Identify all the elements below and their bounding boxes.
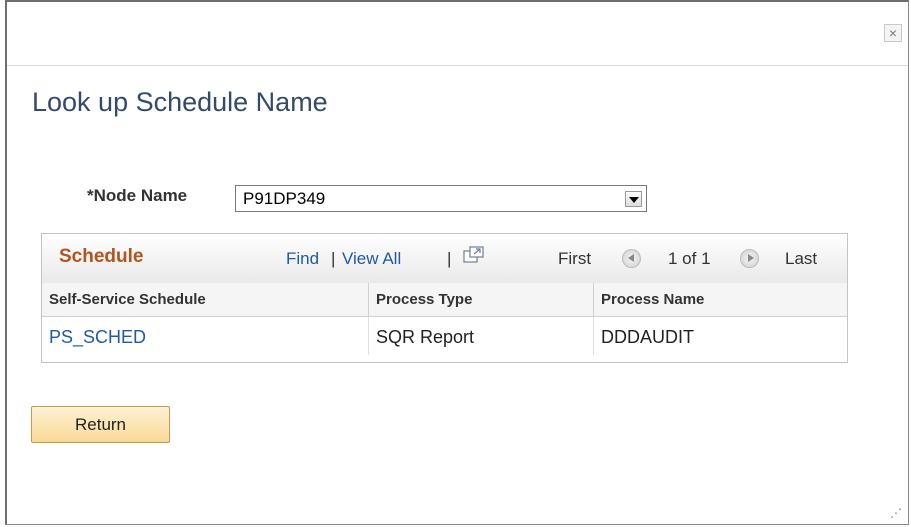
view-all-link[interactable]: View All	[342, 249, 401, 269]
process-type-cell: SQR Report	[369, 317, 594, 355]
close-icon[interactable]: ×	[884, 24, 902, 42]
schedule-grid: Schedule Find | View All | First 1 of 1 …	[41, 233, 848, 363]
node-name-value: P91DP349	[243, 189, 326, 208]
new-window-icon[interactable]	[463, 246, 485, 264]
separator: |	[447, 249, 452, 268]
resize-grip-icon[interactable]: ⋰	[890, 506, 902, 520]
next-arrow-icon[interactable]	[740, 249, 759, 268]
previous-arrow-icon[interactable]	[622, 249, 641, 268]
column-header-schedule: Self-Service Schedule	[42, 283, 369, 317]
node-name-label: *Node Name	[87, 186, 188, 205]
first-label: First	[558, 249, 592, 268]
separator: |	[331, 249, 336, 268]
return-button[interactable]: Return	[31, 406, 170, 443]
range-text: 1 of 1	[668, 249, 711, 268]
grid-header: Schedule Find | View All | First 1 of 1 …	[42, 234, 847, 284]
grid-title: Schedule	[59, 246, 144, 267]
last-label: Last	[785, 249, 818, 268]
lookup-dialog: × Look up Schedule Name *Node Name P91DP…	[5, 0, 909, 525]
column-header-process-name: Process Name	[594, 283, 847, 317]
column-header-process-type: Process Type	[369, 283, 594, 317]
node-name-select[interactable]: P91DP349	[235, 185, 647, 212]
chevron-down-icon[interactable]	[625, 191, 642, 207]
find-link[interactable]: Find	[286, 249, 319, 269]
header-divider	[7, 65, 908, 66]
process-name-cell: DDDAUDIT	[601, 327, 694, 347]
schedule-link[interactable]: PS_SCHED	[42, 317, 369, 355]
page-title: Look up Schedule Name	[32, 87, 328, 117]
